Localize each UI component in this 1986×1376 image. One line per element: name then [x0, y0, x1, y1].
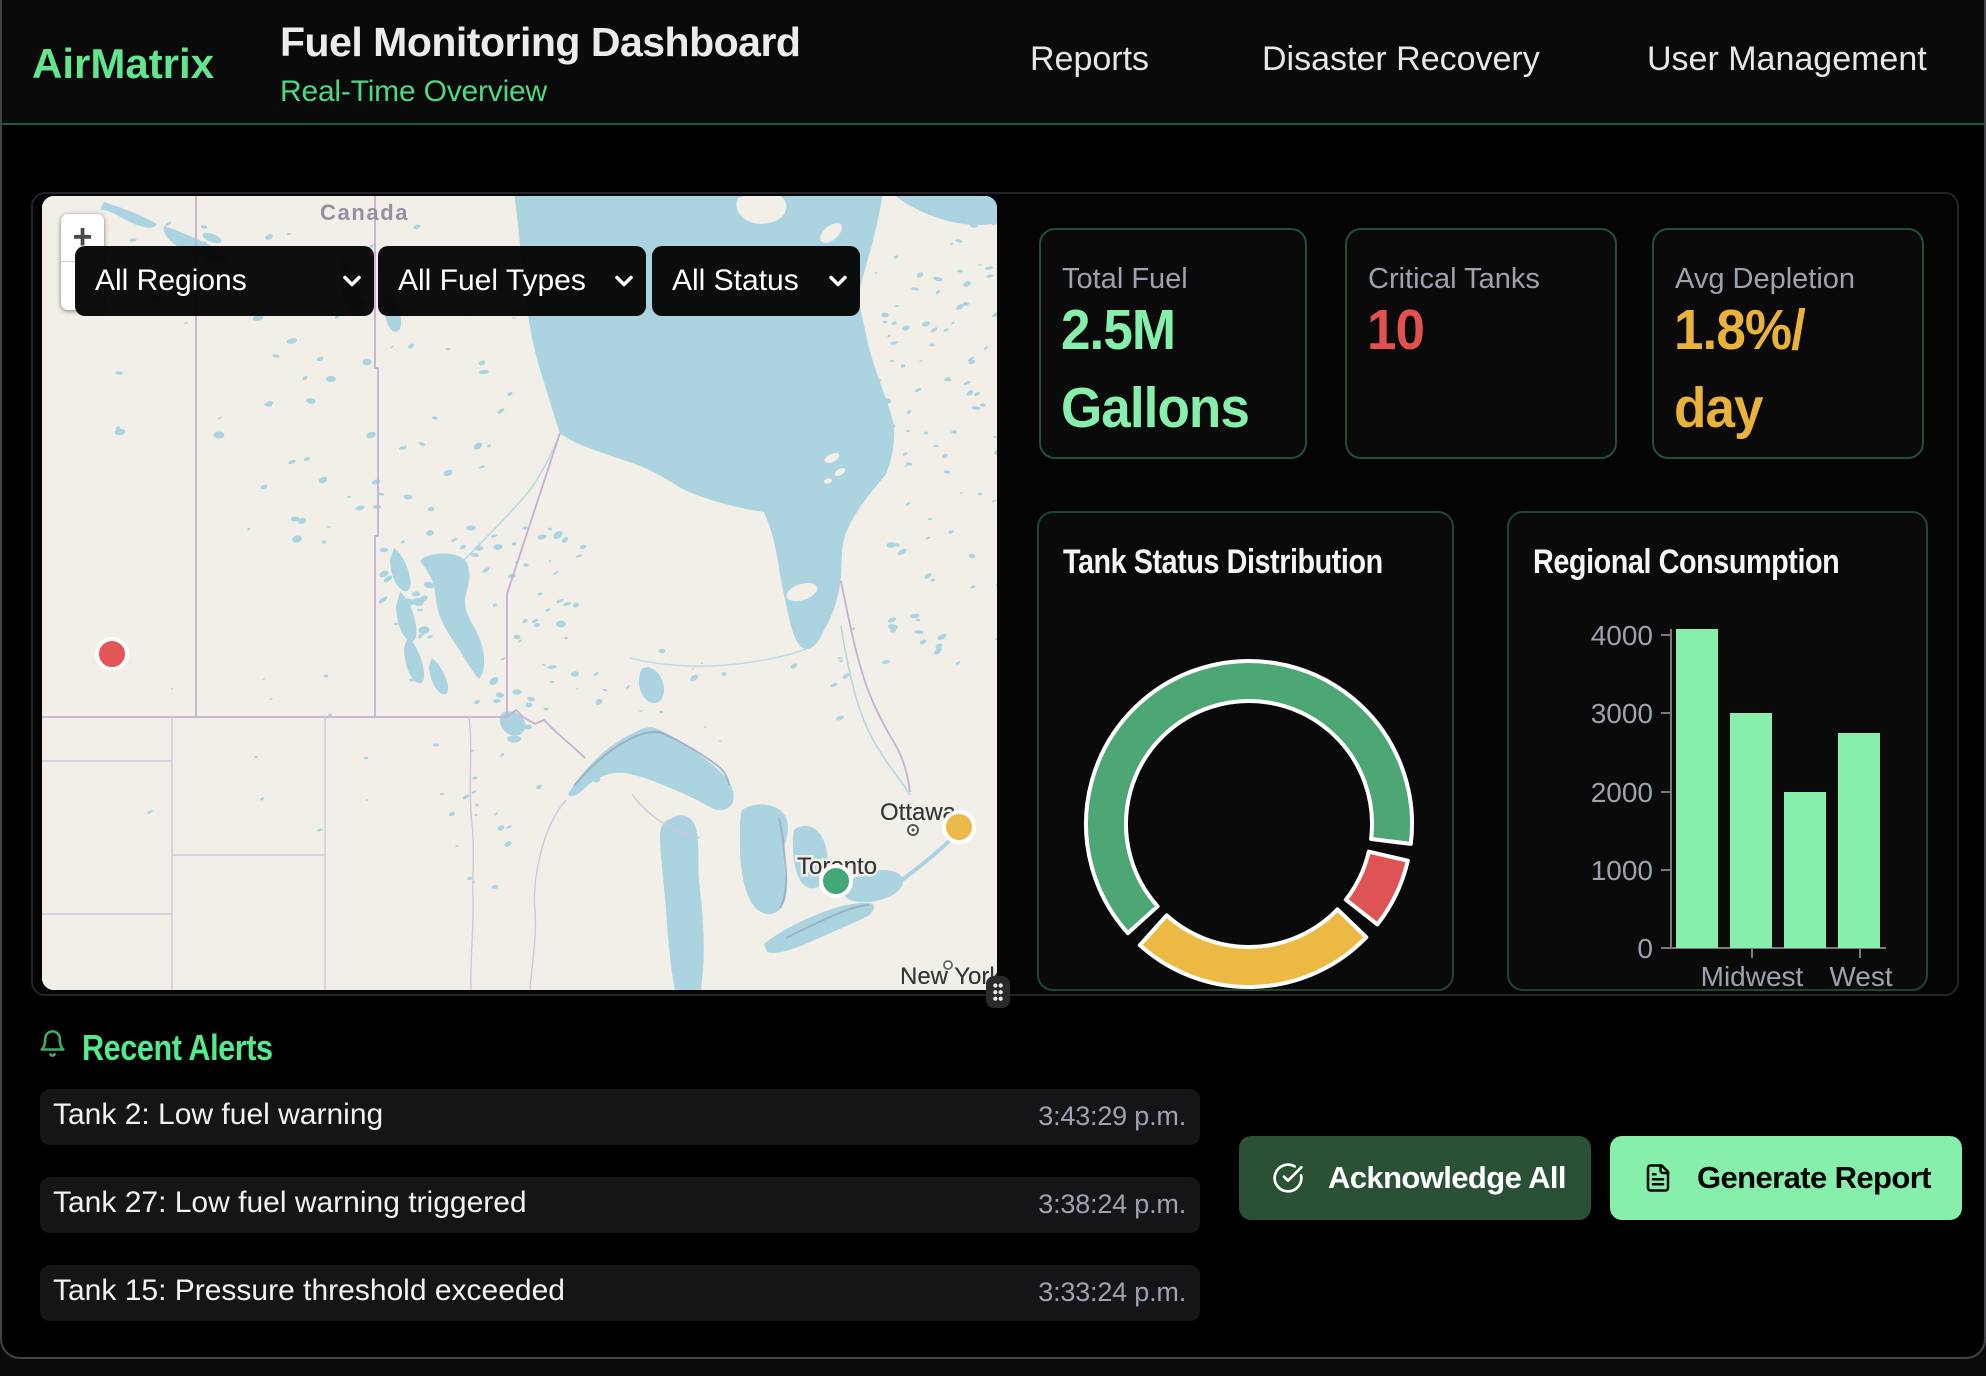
svg-text:3000: 3000 — [1591, 698, 1653, 729]
svg-text:West: West — [1829, 961, 1892, 992]
svg-text:0: 0 — [1637, 933, 1653, 964]
svg-text:Canada: Canada — [320, 200, 409, 225]
svg-text:1000: 1000 — [1591, 855, 1653, 886]
svg-text:Midwest: Midwest — [1701, 961, 1804, 992]
svg-text:4000: 4000 — [1591, 620, 1653, 651]
svg-text:2000: 2000 — [1591, 777, 1653, 808]
